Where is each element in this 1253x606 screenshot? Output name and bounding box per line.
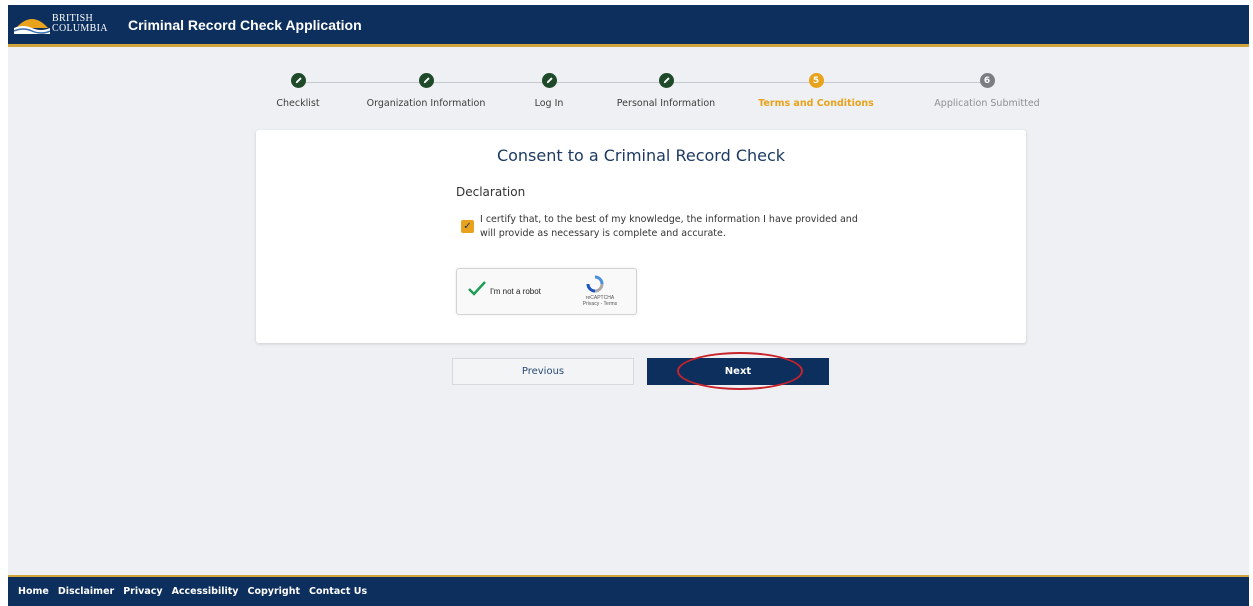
step-label: Checklist (276, 98, 320, 109)
captcha-label: I'm not a robot (490, 287, 541, 296)
footer-bar: Home Disclaimer Privacy Accessibility Co… (8, 575, 1249, 606)
progress-stepper: Checklist Organization Information Log I… (248, 73, 1040, 119)
app-frame: BRITISH COLUMBIA Criminal Record Check A… (8, 5, 1249, 606)
checkmark-icon: ✓ (463, 221, 472, 232)
footer-link-accessibility[interactable]: Accessibility (172, 586, 239, 597)
previous-button[interactable]: Previous (452, 358, 634, 385)
bc-logo[interactable]: BRITISH COLUMBIA (8, 4, 107, 46)
consent-card: Consent to a Criminal Record Check Decla… (256, 130, 1026, 343)
footer-link-contact-us[interactable]: Contact Us (309, 586, 367, 597)
bc-logo-text: BRITISH COLUMBIA (52, 12, 108, 34)
step-personal-information[interactable]: Personal Information (586, 73, 746, 109)
pencil-icon (541, 73, 557, 88)
step-application-submitted: 6 Application Submitted (907, 73, 1067, 109)
step-number: 5 (808, 73, 824, 88)
captcha-brand: reCAPTCHA Privacy - Terms (582, 295, 618, 307)
declaration-checkbox[interactable]: ✓ (461, 220, 474, 233)
declaration-heading: Declaration (456, 185, 526, 199)
app-title: Criminal Record Check Application (128, 16, 362, 33)
recaptcha-logo-icon (586, 275, 604, 293)
captcha-check-icon[interactable] (467, 280, 487, 298)
header-bar: BRITISH COLUMBIA Criminal Record Check A… (8, 5, 1249, 47)
bc-sun-icon (14, 18, 50, 34)
step-label: Application Submitted (934, 98, 1040, 109)
next-button[interactable]: Next (647, 358, 829, 385)
step-label: Personal Information (616, 98, 716, 109)
pencil-icon (290, 73, 306, 88)
pencil-icon (418, 73, 434, 88)
footer-link-copyright[interactable]: Copyright (248, 586, 301, 597)
recaptcha-widget[interactable]: I'm not a robot reCAPTCHA Privacy - Term… (456, 268, 637, 315)
footer-link-disclaimer[interactable]: Disclaimer (58, 586, 114, 597)
step-label: Log In (534, 98, 564, 109)
declaration-text: I certify that, to the best of my knowle… (480, 214, 858, 239)
footer-link-home[interactable]: Home (18, 586, 49, 597)
footer-link-privacy[interactable]: Privacy (123, 586, 162, 597)
step-label: Terms and Conditions (758, 98, 874, 109)
pencil-icon (658, 73, 674, 88)
step-number: 6 (979, 73, 995, 88)
page-title: Consent to a Criminal Record Check (496, 146, 786, 165)
step-label: Organization Information (366, 98, 486, 109)
step-terms-and-conditions[interactable]: 5 Terms and Conditions (736, 73, 896, 109)
